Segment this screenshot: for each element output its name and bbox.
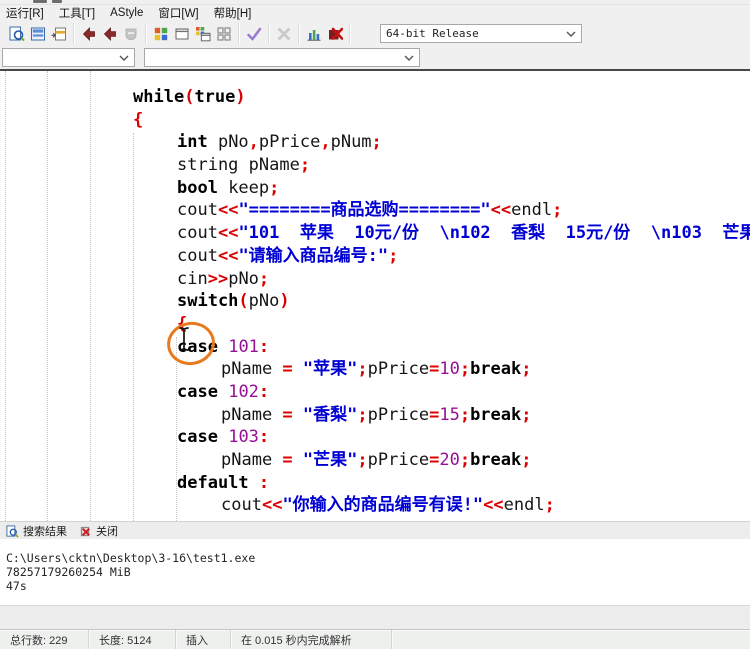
build-config-select[interactable]: 64-bit Release bbox=[380, 24, 582, 43]
menu-item-4[interactable]: 窗口[W] bbox=[158, 5, 198, 21]
panel-footer-strip bbox=[0, 605, 750, 630]
compile-icon bbox=[153, 26, 169, 42]
toolbar-group bbox=[146, 23, 239, 44]
code-line: cout<<"101 苹果 10元/份 \n102 香梨 15元/份 \n103… bbox=[0, 222, 750, 245]
symbol-select-left[interactable] bbox=[2, 48, 135, 67]
toolbar-button-rebuild-all[interactable] bbox=[213, 23, 234, 44]
chevron-down-icon bbox=[566, 31, 576, 37]
code-line: pName = "芒果";pPrice=20;break; bbox=[0, 449, 750, 472]
code-line: case 102: bbox=[0, 381, 750, 404]
titlebar-text-fragment bbox=[52, 0, 62, 3]
stop-icon bbox=[276, 26, 292, 42]
back-arrow-icon bbox=[102, 26, 118, 42]
toolbar-group bbox=[2, 23, 74, 44]
code-line: case 101: bbox=[0, 336, 750, 359]
compile-run-icon bbox=[195, 26, 211, 42]
bottom-panel-tabs: 搜索结果 关闭 bbox=[0, 521, 750, 540]
code-line: cout<<"请输入商品编号:"; bbox=[0, 245, 750, 268]
bottom-tab-search-results[interactable]: 搜索结果 bbox=[6, 523, 67, 539]
toolbar-button-profile[interactable] bbox=[303, 23, 324, 44]
status-parse-time: 在 0.015 秒内完成解析 bbox=[231, 630, 392, 649]
build-config-value: 64-bit Release bbox=[386, 27, 479, 40]
find-icon bbox=[9, 26, 25, 42]
menu-item-2[interactable]: 工具[T] bbox=[59, 5, 95, 21]
toolbar-group bbox=[239, 23, 269, 44]
profile-stop-icon bbox=[327, 26, 343, 42]
bottom-tab-label: 关闭 bbox=[96, 523, 118, 539]
symbol-select-right[interactable] bbox=[144, 48, 420, 67]
toolbar-group bbox=[74, 23, 146, 44]
code-editor[interactable]: while(true){int pNo,pPrice,pNum;string p… bbox=[0, 71, 750, 521]
menu-item-1[interactable]: 运行[R] bbox=[6, 5, 44, 21]
close-red-icon bbox=[79, 525, 92, 538]
toolbar-button-toggle-layout[interactable] bbox=[27, 23, 48, 44]
console-line: C:\Users\cktn\Desktop\3-16\test1.exe bbox=[6, 551, 750, 565]
toolbar-button-compile[interactable] bbox=[150, 23, 171, 44]
text-cursor-icon bbox=[177, 326, 191, 352]
code-line: while(true) bbox=[0, 86, 750, 109]
toolbar-button-stop-execution[interactable] bbox=[273, 23, 294, 44]
console-line: 78257179260254 MiB bbox=[6, 565, 750, 579]
rebuild-icon bbox=[216, 26, 232, 42]
toolbar-button-run[interactable] bbox=[171, 23, 192, 44]
menu-item-5[interactable]: 帮助[H] bbox=[214, 5, 252, 21]
code-line: case 103: bbox=[0, 426, 750, 449]
code-line: string pName; bbox=[0, 154, 750, 177]
chevron-down-icon bbox=[119, 55, 129, 61]
code-line: default : bbox=[0, 472, 750, 495]
code-text: while(true){int pNo,pPrice,pNum;string p… bbox=[0, 86, 750, 517]
menu-item-3[interactable]: AStyle bbox=[110, 7, 143, 19]
toolbar-button-back[interactable] bbox=[78, 23, 99, 44]
bottom-tab-close[interactable]: 关闭 bbox=[79, 523, 118, 539]
code-line: cout<<"========商品选购========"<<endl; bbox=[0, 199, 750, 222]
status-length: 长度: 5124 bbox=[89, 630, 176, 649]
code-line: cout<<"你输入的商品编号有误!"<<endl; bbox=[0, 494, 750, 517]
code-line: { bbox=[0, 109, 750, 132]
code-line: cin>>pNo; bbox=[0, 268, 750, 291]
secondary-toolbar bbox=[0, 46, 750, 69]
toolbar-group bbox=[299, 23, 350, 44]
status-insert-mode: 插入 bbox=[176, 630, 231, 649]
toolbar-button-profiling-stop[interactable] bbox=[324, 23, 345, 44]
layout-panel-icon bbox=[30, 26, 46, 42]
run-window-icon bbox=[174, 26, 190, 42]
main-toolbar: 64-bit Release bbox=[0, 21, 750, 46]
menu-bar: 运行[R] 工具[T] AStyle 窗口[W] 帮助[H] bbox=[0, 4, 750, 21]
syntax-check-icon bbox=[246, 26, 262, 42]
shield-icon bbox=[123, 26, 139, 42]
status-bar: 总行数: 229长度: 5124插入在 0.015 秒内完成解析 bbox=[0, 629, 750, 649]
bottom-tab-label: 搜索结果 bbox=[23, 523, 67, 539]
code-line: pName = "香梨";pPrice=15;break; bbox=[0, 404, 750, 427]
ide-window: 运行[R] 工具[T] AStyle 窗口[W] 帮助[H] 64-bit Releas… bbox=[0, 0, 750, 649]
toolbar-button-forward[interactable] bbox=[99, 23, 120, 44]
code-line: switch(pNo) bbox=[0, 290, 750, 313]
code-line: { bbox=[0, 313, 750, 336]
back-arrow-icon bbox=[81, 26, 97, 42]
code-line: pName = "苹果";pPrice=10;break; bbox=[0, 358, 750, 381]
toolbar-button-compile-and-run[interactable] bbox=[192, 23, 213, 44]
toolbar-button-toggle-panel[interactable] bbox=[48, 23, 69, 44]
chevron-down-icon bbox=[404, 55, 414, 61]
titlebar-text-fragment bbox=[33, 0, 47, 3]
toolbar-button-find[interactable] bbox=[6, 23, 27, 44]
panel-toggle-icon bbox=[51, 26, 67, 42]
profile-icon bbox=[306, 26, 322, 42]
status-total-lines: 总行数: 229 bbox=[0, 630, 89, 649]
toolbar-button-debug-shield[interactable] bbox=[120, 23, 141, 44]
code-line: int pNo,pPrice,pNum; bbox=[0, 131, 750, 154]
toolbar-group bbox=[269, 23, 299, 44]
search-icon bbox=[6, 525, 19, 538]
toolbar-button-syntax-check[interactable] bbox=[243, 23, 264, 44]
console-line: 47s bbox=[6, 579, 750, 593]
code-line: bool keep; bbox=[0, 177, 750, 200]
compile-log: C:\Users\cktn\Desktop\3-16\test1.exe7825… bbox=[0, 539, 750, 605]
